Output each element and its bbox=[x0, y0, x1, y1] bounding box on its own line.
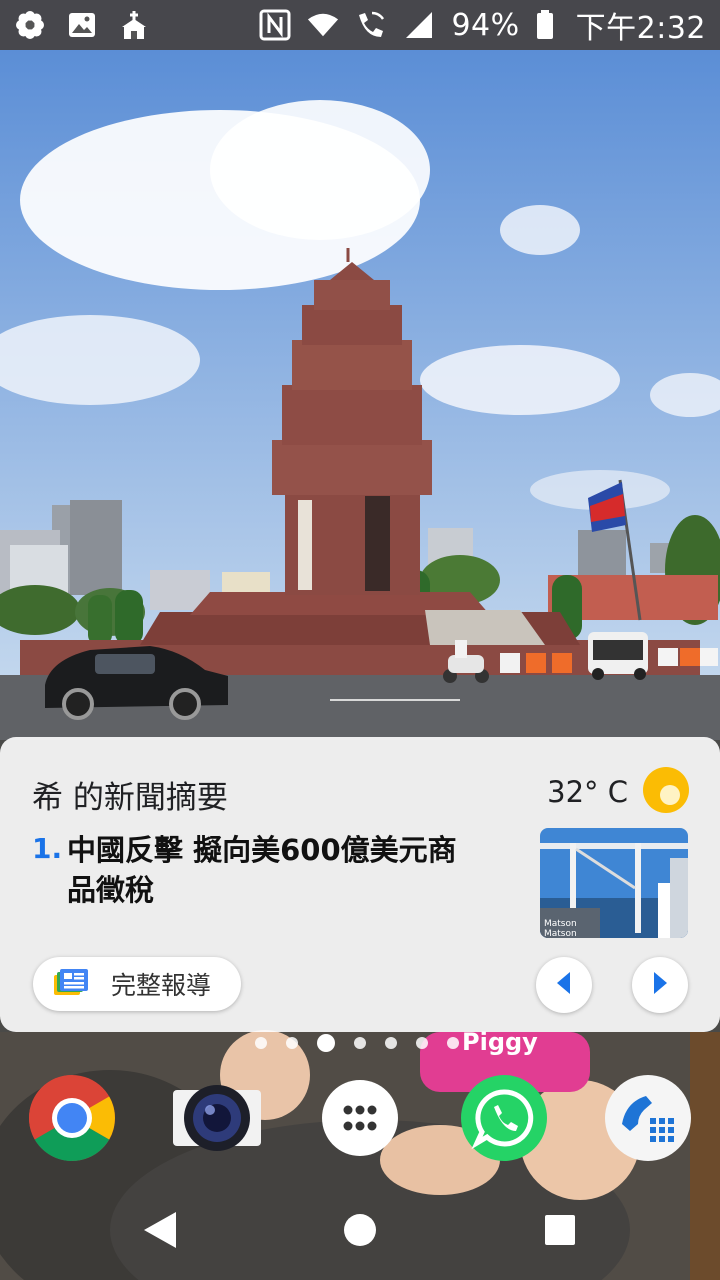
church-notification-icon bbox=[118, 9, 150, 41]
flower-notification-icon bbox=[14, 9, 46, 41]
app-drawer-icon bbox=[321, 1079, 399, 1161]
full-coverage-label: 完整報導 bbox=[111, 971, 212, 1000]
back-icon bbox=[142, 1210, 178, 1254]
recents-icon bbox=[544, 1214, 576, 1250]
chevron-left-icon bbox=[554, 970, 574, 1000]
chevron-right-icon bbox=[650, 970, 670, 1000]
temperature: 32° C bbox=[547, 775, 628, 809]
home-button[interactable] bbox=[334, 1206, 386, 1258]
wifi-icon bbox=[307, 9, 339, 41]
headline-number: 1. bbox=[32, 832, 63, 865]
page-dot-active bbox=[317, 1034, 335, 1052]
whatsapp-icon bbox=[460, 1074, 548, 1166]
battery-icon bbox=[536, 9, 554, 41]
recents-button[interactable] bbox=[534, 1206, 586, 1258]
camera-app[interactable] bbox=[172, 1076, 262, 1164]
app-drawer-button[interactable] bbox=[316, 1076, 404, 1164]
page-indicator bbox=[255, 1034, 459, 1052]
wifi-calling-icon bbox=[355, 9, 387, 41]
page-dot bbox=[286, 1037, 298, 1049]
nfc-icon bbox=[259, 9, 291, 41]
next-story-button[interactable] bbox=[632, 957, 688, 1013]
widget-title: 希 的新聞摘要 bbox=[32, 780, 228, 816]
phone-app[interactable] bbox=[604, 1074, 692, 1166]
phone-icon bbox=[604, 1074, 692, 1166]
chrome-app[interactable] bbox=[28, 1074, 116, 1166]
chrome-icon bbox=[28, 1074, 116, 1166]
page-dot bbox=[354, 1037, 366, 1049]
news-headline[interactable]: 1. 中國反擊 擬向美600億美元商 品徵稅 bbox=[32, 830, 502, 910]
pig-shirt-text: Piggy bbox=[462, 1028, 538, 1056]
headline-text: 中國反擊 擬向美600億美元商 品徵稅 bbox=[67, 830, 457, 910]
clock: 下午2:32 bbox=[575, 11, 706, 46]
page-dot bbox=[385, 1037, 397, 1049]
full-coverage-button[interactable]: 完整報導 bbox=[33, 957, 241, 1011]
sunny-icon bbox=[642, 766, 690, 818]
battery-percentage: 94% bbox=[451, 7, 520, 43]
page-dot bbox=[447, 1037, 459, 1049]
google-news-icon bbox=[53, 967, 91, 1001]
weather-info[interactable]: 32° C bbox=[547, 766, 690, 818]
gallery-notification-icon bbox=[66, 9, 98, 41]
home-icon bbox=[343, 1213, 377, 1251]
headline-line-2: 品徵稅 bbox=[67, 873, 155, 907]
camera-icon bbox=[172, 1082, 262, 1158]
whatsapp-app[interactable] bbox=[460, 1074, 548, 1166]
thumb-label-1: Matson bbox=[544, 919, 577, 929]
previous-story-button[interactable] bbox=[536, 957, 592, 1013]
cellular-signal-icon bbox=[403, 9, 435, 41]
headline-line-1: 中國反擊 擬向美600億美元商 bbox=[67, 833, 457, 867]
page-dot bbox=[416, 1037, 428, 1049]
page-dot bbox=[255, 1037, 267, 1049]
headline-thumbnail[interactable]: Matson Matson bbox=[540, 828, 688, 938]
thumb-label-2: Matson bbox=[544, 929, 577, 938]
status-bar: 94% 下午2:32 bbox=[0, 0, 720, 50]
back-button[interactable] bbox=[134, 1206, 186, 1258]
